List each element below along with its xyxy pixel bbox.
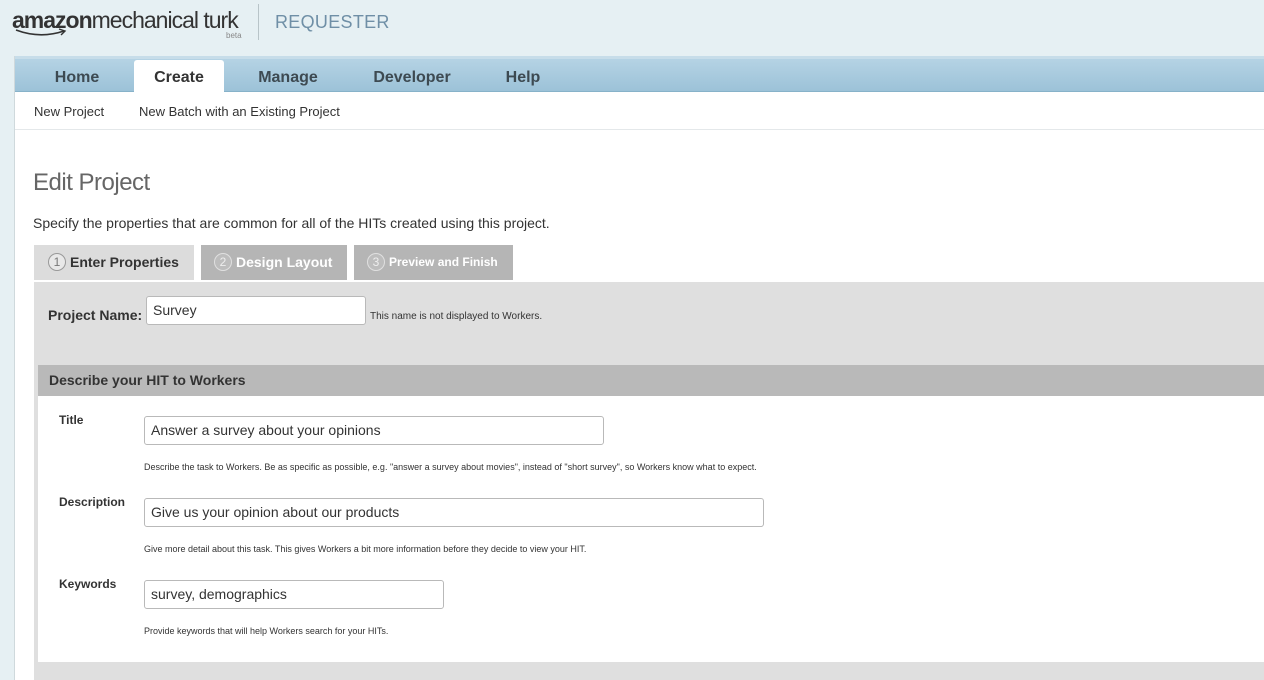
- tab-manage[interactable]: Manage: [243, 63, 333, 92]
- page-title: Edit Project: [33, 169, 150, 196]
- step-design-layout[interactable]: 2 Design Layout: [201, 245, 347, 280]
- step-label: Enter Properties: [70, 254, 179, 270]
- beta-badge: beta: [226, 31, 242, 40]
- title-hint: Describe the task to Workers. Be as spec…: [144, 462, 757, 472]
- amazon-smile-icon: [15, 28, 67, 36]
- sub-nav: New Project New Batch with an Existing P…: [15, 92, 1264, 130]
- project-name-label: Project Name:: [48, 307, 143, 323]
- page-intro: Specify the properties that are common f…: [33, 215, 550, 231]
- step-label: Preview and Finish: [389, 255, 498, 269]
- tab-developer[interactable]: Developer: [360, 63, 464, 92]
- step-preview-finish[interactable]: 3 Preview and Finish: [354, 245, 513, 280]
- description-input[interactable]: Give us your opinion about our products: [144, 498, 764, 527]
- tab-home[interactable]: Home: [39, 63, 115, 92]
- description-label: Description: [59, 495, 126, 509]
- step-number-2: 2: [214, 253, 232, 272]
- header-divider: [258, 4, 259, 40]
- project-name-input[interactable]: Survey: [146, 296, 366, 325]
- step-label: Design Layout: [236, 254, 333, 270]
- keywords-label: Keywords: [59, 577, 117, 591]
- subnav-new-project[interactable]: New Project: [34, 104, 104, 119]
- describe-hit-header: Describe your HIT to Workers: [38, 365, 1264, 396]
- subnav-new-batch[interactable]: New Batch with an Existing Project: [139, 104, 340, 119]
- main-frame: Home Create Manage Developer Help New Pr…: [14, 56, 1264, 680]
- tab-help[interactable]: Help: [492, 63, 554, 92]
- project-name-hint: This name is not displayed to Workers.: [370, 311, 543, 322]
- requester-label: REQUESTER: [275, 12, 390, 32]
- keywords-input[interactable]: survey, demographics: [144, 580, 444, 609]
- step-number-1: 1: [48, 253, 66, 272]
- title-label: Title: [59, 413, 84, 427]
- description-hint: Give more detail about this task. This g…: [144, 544, 587, 554]
- top-header: amazonmechanical turk beta REQUESTER: [0, 0, 1264, 56]
- tab-create[interactable]: Create: [134, 60, 224, 95]
- main-nav: Home Create Manage Developer Help: [15, 56, 1264, 95]
- step-enter-properties[interactable]: 1 Enter Properties: [34, 245, 194, 280]
- keywords-hint: Provide keywords that will help Workers …: [144, 626, 389, 636]
- step-number-3: 3: [367, 252, 385, 271]
- logo-mturk-text: mechanical turk: [91, 7, 239, 33]
- title-input[interactable]: Answer a survey about your opinions: [144, 416, 604, 445]
